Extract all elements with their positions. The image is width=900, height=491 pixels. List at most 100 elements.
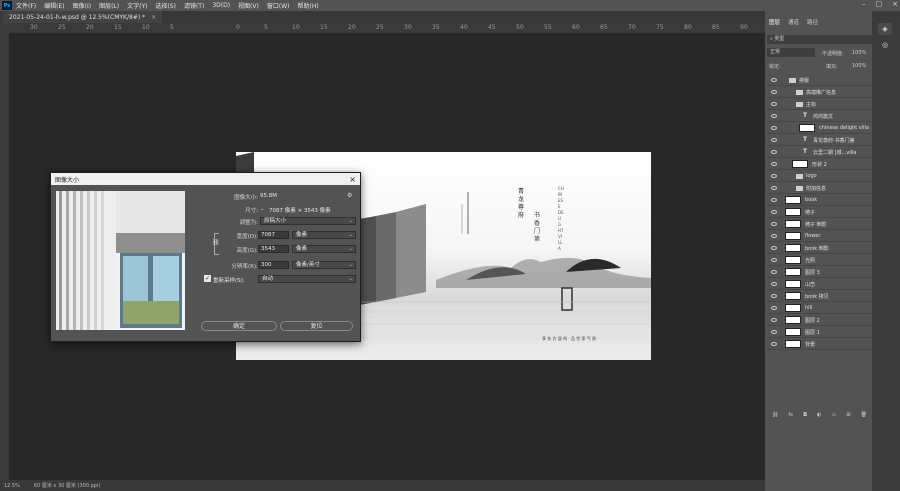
layer-row[interactable]: 排版 bbox=[767, 75, 872, 86]
visibility-eye-icon[interactable] bbox=[771, 138, 777, 142]
visibility-eye-icon[interactable] bbox=[771, 282, 777, 286]
reset-button[interactable]: 复位 bbox=[280, 321, 353, 331]
visibility-eye-icon[interactable] bbox=[771, 318, 777, 322]
fit-to-select[interactable]: 原稿大小 ⌄ bbox=[260, 217, 356, 225]
layer-row[interactable]: T 鸿鸿篇文 bbox=[767, 111, 872, 122]
opacity-value[interactable]: 100% bbox=[852, 50, 866, 56]
new-layer-icon[interactable]: ⊞ bbox=[846, 412, 850, 418]
tab-channels[interactable]: 通道 bbox=[784, 17, 803, 27]
maximize-icon[interactable]: □ bbox=[876, 0, 883, 8]
resolution-input[interactable]: 300 bbox=[258, 261, 289, 269]
visibility-eye-icon[interactable] bbox=[771, 186, 777, 190]
layer-row[interactable]: book 倒影 bbox=[767, 243, 872, 254]
menu-select[interactable]: 选择(S) bbox=[155, 1, 176, 10]
menu-layer[interactable]: 图层(L) bbox=[99, 1, 119, 10]
visibility-eye-icon[interactable] bbox=[771, 342, 777, 346]
layer-row[interactable]: logo bbox=[767, 171, 872, 182]
visibility-eye-icon[interactable] bbox=[771, 294, 777, 298]
visibility-eye-icon[interactable] bbox=[771, 234, 777, 238]
layer-row[interactable]: T 云里二期 [城...villa bbox=[767, 147, 872, 158]
document-tab[interactable]: 2021-05-24-01-h-w.psd @ 12.5%(CMYK/8#) *… bbox=[3, 11, 163, 23]
menu-view[interactable]: 视图(V) bbox=[238, 1, 259, 10]
settings-gear-icon[interactable]: ⚙ bbox=[347, 192, 352, 199]
close-tab-icon[interactable]: × bbox=[151, 14, 156, 21]
layer-row[interactable]: 山峦 bbox=[767, 279, 872, 290]
layer-filter[interactable]: ⌕ 类型 bbox=[767, 35, 872, 44]
layer-row[interactable]: 背景 bbox=[767, 339, 872, 350]
visibility-eye-icon[interactable] bbox=[771, 114, 777, 118]
menu-3d[interactable]: 3D(D) bbox=[212, 2, 230, 9]
visibility-eye-icon[interactable] bbox=[771, 174, 777, 178]
menu-filter[interactable]: 滤镜(T) bbox=[184, 1, 204, 10]
layer-thumbnail bbox=[785, 268, 801, 276]
layer-row[interactable]: 形状 2 bbox=[767, 159, 872, 170]
link-layers-icon[interactable]: ⛓ bbox=[772, 412, 778, 418]
menu-type[interactable]: 文字(Y) bbox=[127, 1, 147, 10]
tab-layers[interactable]: 图层 bbox=[765, 17, 785, 27]
visibility-eye-icon[interactable] bbox=[771, 150, 777, 154]
zoom-level[interactable]: 12.5% bbox=[4, 483, 20, 489]
menu-image[interactable]: 图像(I) bbox=[73, 1, 91, 10]
minimize-icon[interactable]: – bbox=[862, 0, 866, 8]
visibility-eye-icon[interactable] bbox=[771, 258, 777, 262]
blend-mode-select[interactable]: 正常 bbox=[767, 48, 815, 57]
menu-help[interactable]: 帮助(H) bbox=[298, 1, 319, 10]
visibility-eye-icon[interactable] bbox=[771, 246, 777, 250]
visibility-eye-icon[interactable] bbox=[771, 306, 777, 310]
visibility-eye-icon[interactable] bbox=[771, 198, 777, 202]
visibility-eye-icon[interactable] bbox=[771, 162, 777, 166]
close-window-icon[interactable]: × bbox=[892, 0, 898, 8]
layer-row[interactable]: 图层 1 bbox=[767, 327, 872, 338]
layer-row[interactable]: book 拷贝 bbox=[767, 291, 872, 302]
resample-checkbox[interactable]: ✓ bbox=[204, 275, 211, 282]
layer-row[interactable]: hill bbox=[767, 303, 872, 314]
visibility-eye-icon[interactable] bbox=[771, 102, 777, 106]
fill-value[interactable]: 100% bbox=[852, 63, 866, 69]
visibility-eye-icon[interactable] bbox=[771, 330, 777, 334]
visibility-eye-icon[interactable] bbox=[771, 210, 777, 214]
layer-row[interactable]: 图层 3 bbox=[767, 267, 872, 278]
trash-icon[interactable]: 🗑 bbox=[861, 412, 867, 418]
mask-icon[interactable]: ◘ bbox=[803, 412, 807, 418]
resample-select[interactable]: 自动 ⌄ bbox=[258, 275, 356, 283]
chevron-down-icon[interactable]: ⌄ bbox=[260, 206, 265, 212]
height-unit-value: 像素 bbox=[296, 246, 308, 252]
layer-row[interactable]: 高端推广信息 bbox=[767, 87, 872, 98]
ruler-tick: 20 bbox=[86, 24, 94, 31]
visibility-eye-icon[interactable] bbox=[771, 90, 777, 94]
visibility-eye-icon[interactable] bbox=[771, 78, 777, 82]
ok-button[interactable]: 确定 bbox=[201, 321, 277, 331]
visibility-eye-icon[interactable] bbox=[771, 270, 777, 274]
layer-row[interactable]: 光照 bbox=[767, 255, 872, 266]
height-unit-select[interactable]: 像素 ⌄ bbox=[292, 245, 356, 253]
layer-row[interactable]: chinese delight villa bbox=[767, 123, 872, 134]
layer-row[interactable]: 椅子 bbox=[767, 207, 872, 218]
menu-edit[interactable]: 编辑(E) bbox=[44, 1, 64, 10]
layer-row[interactable]: flower bbox=[767, 231, 872, 242]
width-input[interactable]: 7087 bbox=[258, 231, 289, 239]
height-input[interactable]: 3543 bbox=[258, 245, 289, 253]
layer-row[interactable]: book bbox=[767, 195, 872, 206]
width-unit-select[interactable]: 像素 ⌄ bbox=[292, 231, 356, 239]
layer-row[interactable]: 图层 2 bbox=[767, 315, 872, 326]
tab-paths[interactable]: 路径 bbox=[803, 17, 822, 27]
image-preview[interactable] bbox=[56, 191, 185, 330]
adjustment-icon[interactable]: ◐ bbox=[817, 412, 821, 418]
layers-panel-icon[interactable]: ◈ bbox=[878, 23, 892, 35]
close-icon[interactable]: × bbox=[349, 175, 356, 184]
layer-row[interactable]: 椅子 倒影 bbox=[767, 219, 872, 230]
visibility-eye-icon[interactable] bbox=[771, 126, 777, 130]
menu-window[interactable]: 窗口(W) bbox=[267, 1, 290, 10]
link-chain-icon[interactable]: ⛓ bbox=[212, 239, 220, 246]
menu-file[interactable]: 文件(F) bbox=[16, 1, 36, 10]
visibility-eye-icon[interactable] bbox=[771, 222, 777, 226]
dialog-title-bar[interactable]: 图像大小 × bbox=[51, 173, 360, 185]
adjustments-panel-icon[interactable]: ◎ bbox=[878, 39, 892, 51]
fx-icon[interactable]: fx bbox=[788, 412, 793, 418]
new-group-icon[interactable]: ▭ bbox=[832, 412, 837, 418]
resolution-unit-select[interactable]: 像素/英寸 ⌄ bbox=[292, 261, 356, 269]
folder-icon bbox=[796, 174, 803, 179]
layer-row[interactable]: 主标 bbox=[767, 99, 872, 110]
layer-row[interactable]: 附加信息 bbox=[767, 183, 872, 194]
layer-row[interactable]: T 青龙尊府·书香门第 bbox=[767, 135, 872, 146]
